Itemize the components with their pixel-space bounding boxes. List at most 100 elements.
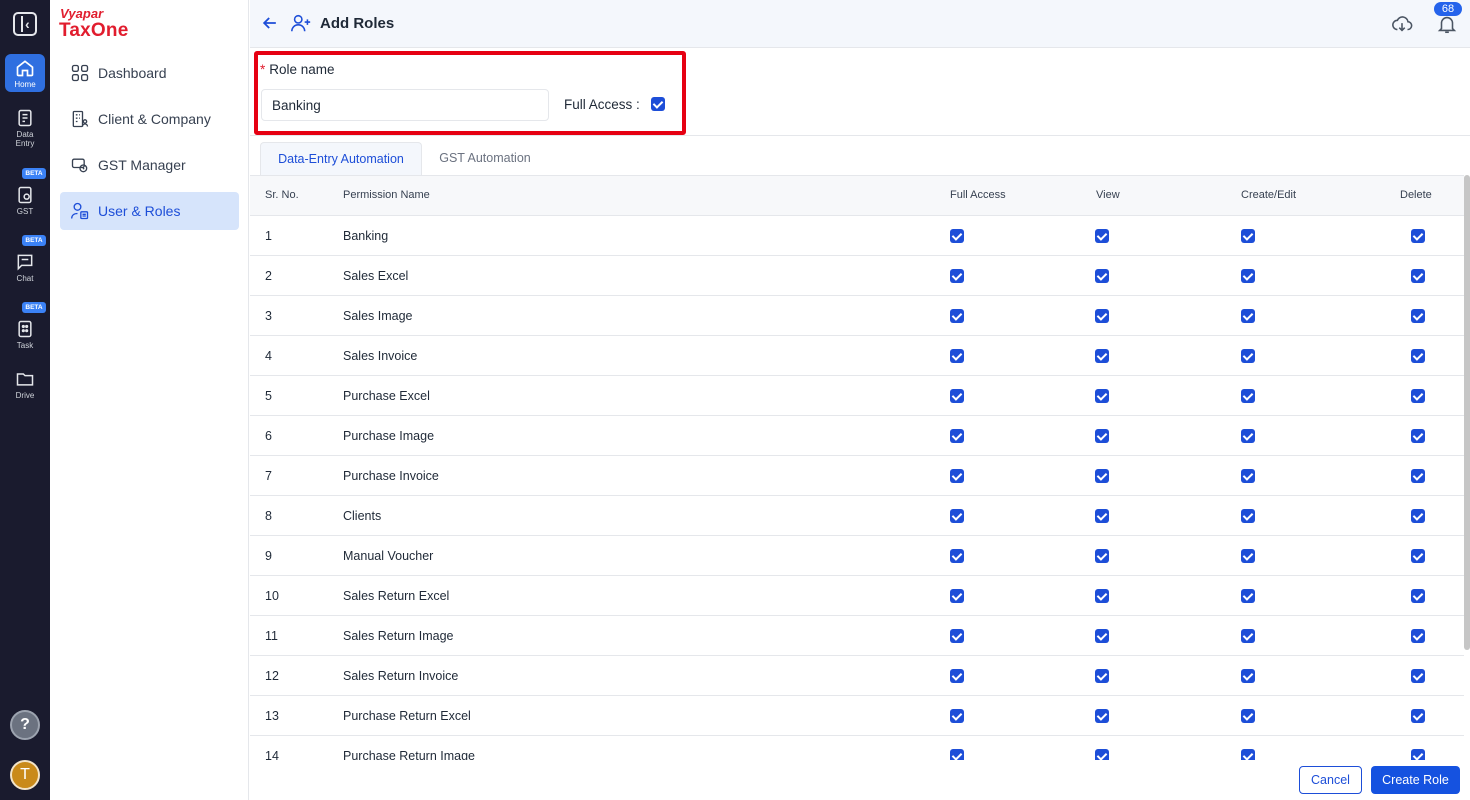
create-edit-checkbox-cell[interactable]: [1241, 589, 1255, 603]
full-access-checkbox-cell[interactable]: [950, 389, 964, 403]
back-arrow-icon[interactable]: [260, 13, 280, 33]
rail-item-chat[interactable]: Chat: [5, 252, 45, 283]
view-checkbox-cell[interactable]: [1095, 589, 1109, 603]
full-access-checkbox-cell[interactable]: [950, 309, 964, 323]
view-checkbox-cell[interactable]: [1095, 749, 1109, 760]
create-edit-checkbox-cell[interactable]: [1241, 349, 1255, 363]
view-checkbox-cell[interactable]: [1095, 549, 1109, 563]
view-checkbox-cell[interactable]: [1095, 509, 1109, 523]
table-row: 10 Sales Return Excel: [250, 576, 1464, 616]
tab-data-entry-automation[interactable]: Data-Entry Automation: [260, 142, 422, 176]
delete-checkbox-cell[interactable]: [1411, 309, 1425, 323]
table-scrollbar[interactable]: [1464, 175, 1470, 650]
create-edit-checkbox-cell[interactable]: [1241, 469, 1255, 483]
full-access-checkbox-cell[interactable]: [950, 429, 964, 443]
full-access-checkbox-cell[interactable]: [950, 469, 964, 483]
full-access-checkbox-cell[interactable]: [950, 589, 964, 603]
full-access-checkbox-cell[interactable]: [950, 229, 964, 243]
delete-checkbox-cell[interactable]: [1411, 269, 1425, 283]
row-permission-name: Sales Excel: [343, 269, 409, 283]
sidebar-item-client-company[interactable]: Client & Company: [60, 100, 239, 138]
row-sr-no: 12: [265, 669, 279, 683]
full-access-checkbox-cell[interactable]: [950, 669, 964, 683]
full-access-checkbox[interactable]: [651, 97, 665, 111]
view-checkbox-cell[interactable]: [1095, 629, 1109, 643]
task-icon: [18, 320, 32, 338]
create-edit-checkbox-cell[interactable]: [1241, 389, 1255, 403]
create-edit-checkbox-cell[interactable]: [1241, 669, 1255, 683]
view-checkbox-cell[interactable]: [1095, 349, 1109, 363]
delete-checkbox-cell[interactable]: [1411, 469, 1425, 483]
view-checkbox-cell[interactable]: [1095, 669, 1109, 683]
create-edit-checkbox-cell[interactable]: [1241, 509, 1255, 523]
cancel-button[interactable]: Cancel: [1299, 766, 1362, 794]
rail-item-gst[interactable]: GST: [5, 185, 45, 216]
view-checkbox-cell[interactable]: [1095, 389, 1109, 403]
delete-checkbox-cell[interactable]: [1411, 229, 1425, 243]
rail-item-task[interactable]: Task: [5, 319, 45, 350]
view-checkbox-cell[interactable]: [1095, 229, 1109, 243]
full-access-checkbox-cell[interactable]: [950, 509, 964, 523]
view-checkbox-cell[interactable]: [1095, 469, 1109, 483]
table-row: 3 Sales Image: [250, 296, 1464, 336]
row-permission-name: Purchase Excel: [343, 389, 430, 403]
view-checkbox-cell[interactable]: [1095, 269, 1109, 283]
delete-checkbox-cell[interactable]: [1411, 589, 1425, 603]
create-edit-checkbox-cell[interactable]: [1241, 269, 1255, 283]
rail-item-drive[interactable]: Drive: [5, 369, 45, 400]
delete-checkbox-cell[interactable]: [1411, 709, 1425, 723]
delete-checkbox-cell[interactable]: [1411, 549, 1425, 563]
full-access-checkbox-cell[interactable]: [950, 709, 964, 723]
rail-label-gst: GST: [16, 207, 34, 216]
full-access-label: Full Access :: [564, 97, 640, 112]
create-edit-checkbox-cell[interactable]: [1241, 749, 1255, 760]
create-role-button[interactable]: Create Role: [1371, 766, 1460, 794]
full-access-checkbox-cell[interactable]: [950, 349, 964, 363]
view-checkbox-cell[interactable]: [1095, 709, 1109, 723]
create-edit-checkbox-cell[interactable]: [1241, 429, 1255, 443]
table-row: 4 Sales Invoice: [250, 336, 1464, 376]
chat-icon: [17, 254, 33, 271]
row-permission-name: Sales Return Excel: [343, 589, 450, 603]
row-permission-name: Purchase Return Excel: [343, 709, 471, 723]
view-checkbox-cell[interactable]: [1095, 429, 1109, 443]
view-checkbox-cell[interactable]: [1095, 309, 1109, 323]
create-edit-checkbox-cell[interactable]: [1241, 229, 1255, 243]
rail-item-home[interactable]: Home: [5, 54, 45, 92]
avatar[interactable]: T: [10, 760, 40, 790]
sidebar-item-gst-manager[interactable]: GST Manager: [60, 146, 239, 184]
rail-label-chat: Chat: [16, 274, 34, 283]
full-access-checkbox-cell[interactable]: [950, 549, 964, 563]
notification-bell-icon[interactable]: [1436, 13, 1458, 35]
gst-beta-badge: BETA: [22, 168, 46, 179]
row-permission-name: Sales Return Invoice: [343, 669, 459, 683]
delete-checkbox-cell[interactable]: [1411, 629, 1425, 643]
full-access-checkbox-cell[interactable]: [950, 629, 964, 643]
tab-gst-automation[interactable]: GST Automation: [424, 142, 546, 176]
delete-checkbox-cell[interactable]: [1411, 389, 1425, 403]
create-edit-checkbox-cell[interactable]: [1241, 629, 1255, 643]
row-permission-name: Manual Voucher: [343, 549, 434, 563]
create-edit-checkbox-cell[interactable]: [1241, 309, 1255, 323]
row-sr-no: 7: [265, 469, 272, 483]
page-title: Add Roles: [320, 15, 395, 32]
table-row: 9 Manual Voucher: [250, 536, 1464, 576]
sidebar-item-dashboard[interactable]: Dashboard: [60, 54, 239, 92]
role-name-input[interactable]: [261, 89, 549, 121]
create-edit-checkbox-cell[interactable]: [1241, 709, 1255, 723]
table-row: 2 Sales Excel: [250, 256, 1464, 296]
delete-checkbox-cell[interactable]: [1411, 749, 1425, 760]
create-edit-checkbox-cell[interactable]: [1241, 549, 1255, 563]
sidebar-item-user-roles[interactable]: User & Roles: [60, 192, 239, 230]
full-access-checkbox-cell[interactable]: [950, 749, 964, 760]
help-button[interactable]: ?: [10, 710, 40, 740]
delete-checkbox-cell[interactable]: [1411, 669, 1425, 683]
brand-logo-top: Vyapar: [60, 6, 104, 21]
collapse-sidebar-icon[interactable]: ‹: [13, 12, 37, 36]
delete-checkbox-cell[interactable]: [1411, 509, 1425, 523]
delete-checkbox-cell[interactable]: [1411, 429, 1425, 443]
rail-item-data-entry[interactable]: Data Entry: [5, 108, 45, 148]
full-access-checkbox-cell[interactable]: [950, 269, 964, 283]
delete-checkbox-cell[interactable]: [1411, 349, 1425, 363]
cloud-download-icon[interactable]: [1391, 13, 1413, 35]
